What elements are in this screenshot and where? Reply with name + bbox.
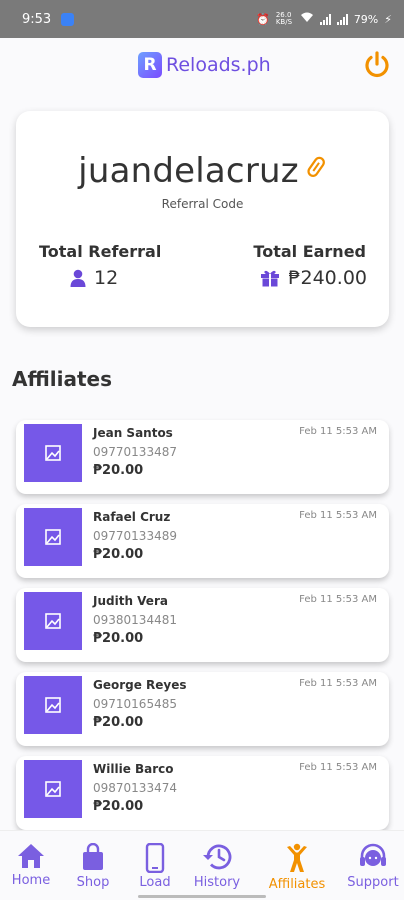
affiliate-date: Feb 11 5:53 AM: [299, 594, 377, 605]
image-placeholder-icon: [45, 529, 61, 545]
app-header: R Reloads.ph: [0, 38, 404, 98]
logout-power-button[interactable]: [362, 50, 392, 80]
battery-level: 79%: [353, 12, 379, 26]
affiliate-item[interactable]: Willie Barco 09870133474 ₱20.00 Feb 11 5…: [16, 756, 389, 830]
alarm-icon: ⏰: [256, 12, 270, 26]
status-time: 9:53: [22, 11, 52, 27]
app-notification-icon: [61, 12, 75, 26]
affiliate-date: Feb 11 5:53 AM: [299, 762, 377, 773]
power-icon: [365, 51, 389, 78]
nav-shop[interactable]: Shop: [60, 831, 126, 900]
affiliate-item[interactable]: George Reyes 09710165485 ₱20.00 Feb 11 5…: [16, 672, 389, 746]
affiliate-name: Rafael Cruz: [93, 510, 171, 524]
image-placeholder-icon: [45, 613, 61, 629]
affiliate-phone: 09870133474: [93, 781, 177, 795]
nav-load-label: Load: [139, 875, 171, 890]
affiliates-icon: [287, 843, 307, 872]
affiliate-thumbnail: [24, 508, 82, 566]
affiliate-name: Jean Santos: [93, 426, 173, 440]
nav-history-label: History: [193, 875, 241, 890]
nav-support[interactable]: Support: [340, 831, 404, 900]
affiliate-amount: ₱20.00: [93, 463, 144, 478]
affiliate-item[interactable]: Rafael Cruz 09770133489 ₱20.00 Feb 11 5:…: [16, 504, 389, 578]
nav-shop-label: Shop: [76, 875, 110, 890]
status-bar: 9:53 ⏰ 26.0 KB/S 79% ⚡: [0, 0, 404, 38]
affiliate-name: Willie Barco: [93, 762, 174, 776]
wifi-icon: [300, 12, 314, 26]
affiliate-phone: 09380134481: [93, 613, 177, 627]
brand-logo-icon: R: [138, 52, 162, 78]
affiliate-date: Feb 11 5:53 AM: [299, 510, 377, 521]
total-earned-label: Total Earned: [253, 242, 366, 261]
data-speed: 26.0 KB/S: [275, 11, 293, 26]
home-icon: [18, 844, 44, 868]
nav-affiliates-label: Affiliates: [268, 877, 326, 892]
affiliate-thumbnail: [24, 424, 82, 482]
total-referral-stat: 12: [70, 267, 118, 289]
brand: R Reloads.ph: [138, 52, 271, 78]
user-icon: [70, 269, 86, 287]
image-placeholder-icon: [45, 781, 61, 797]
image-placeholder-icon: [45, 697, 61, 713]
affiliates-section-title: Affiliates: [12, 367, 113, 391]
brand-name: Reloads.ph: [166, 54, 271, 76]
gift-icon: [261, 270, 280, 287]
affiliate-thumbnail: [24, 676, 82, 734]
affiliate-amount: ₱20.00: [93, 631, 144, 646]
affiliate-phone: 09770133489: [93, 529, 177, 543]
nav-load[interactable]: Load: [122, 831, 188, 900]
nav-home-label: Home: [11, 873, 51, 888]
affiliate-phone: 09710165485: [93, 697, 177, 711]
affiliates-list[interactable]: Jean Santos 09770133487 ₱20.00 Feb 11 5:…: [0, 416, 404, 830]
phone-icon: [145, 843, 165, 873]
affiliate-date: Feb 11 5:53 AM: [299, 426, 377, 437]
affiliate-name: George Reyes: [93, 678, 187, 692]
home-indicator[interactable]: [138, 895, 266, 898]
affiliate-item[interactable]: Jean Santos 09770133487 ₱20.00 Feb 11 5:…: [16, 420, 389, 494]
affiliate-item[interactable]: Judith Vera 09380134481 ₱20.00 Feb 11 5:…: [16, 588, 389, 662]
referral-card: juandelacruz Referral Code Total Referra…: [16, 111, 389, 327]
total-earned-value: ₱240.00: [288, 267, 367, 289]
referral-code-row: juandelacruz: [16, 151, 389, 191]
copy-clip-icon[interactable]: [305, 155, 327, 181]
history-icon: [203, 844, 232, 870]
signal-icon-2: [336, 13, 348, 25]
referral-code: juandelacruz: [78, 151, 299, 191]
signal-icon-1: [319, 13, 331, 25]
affiliate-amount: ₱20.00: [93, 547, 144, 562]
total-referral-value: 12: [94, 267, 119, 289]
affiliate-phone: 09770133487: [93, 445, 177, 459]
affiliate-thumbnail: [24, 760, 82, 818]
affiliate-amount: ₱20.00: [93, 715, 144, 730]
nav-support-label: Support: [347, 875, 399, 890]
charging-icon: ⚡: [384, 12, 392, 26]
total-referral-label: Total Referral: [39, 242, 162, 261]
total-earned-stat: ₱240.00: [260, 267, 367, 289]
nav-affiliates[interactable]: Affiliates: [262, 831, 332, 900]
support-icon: [360, 843, 386, 866]
affiliate-date: Feb 11 5:53 AM: [299, 678, 377, 689]
affiliate-amount: ₱20.00: [93, 799, 144, 814]
bottom-navigation: Home Shop Load History Affiliates Suppor…: [0, 830, 404, 900]
affiliate-thumbnail: [24, 592, 82, 650]
affiliate-name: Judith Vera: [93, 594, 168, 608]
referral-code-caption: Referral Code: [161, 197, 244, 211]
nav-home[interactable]: Home: [0, 831, 64, 900]
nav-history[interactable]: History: [184, 831, 250, 900]
image-placeholder-icon: [45, 445, 61, 461]
shopping-bag-icon: [83, 843, 103, 870]
